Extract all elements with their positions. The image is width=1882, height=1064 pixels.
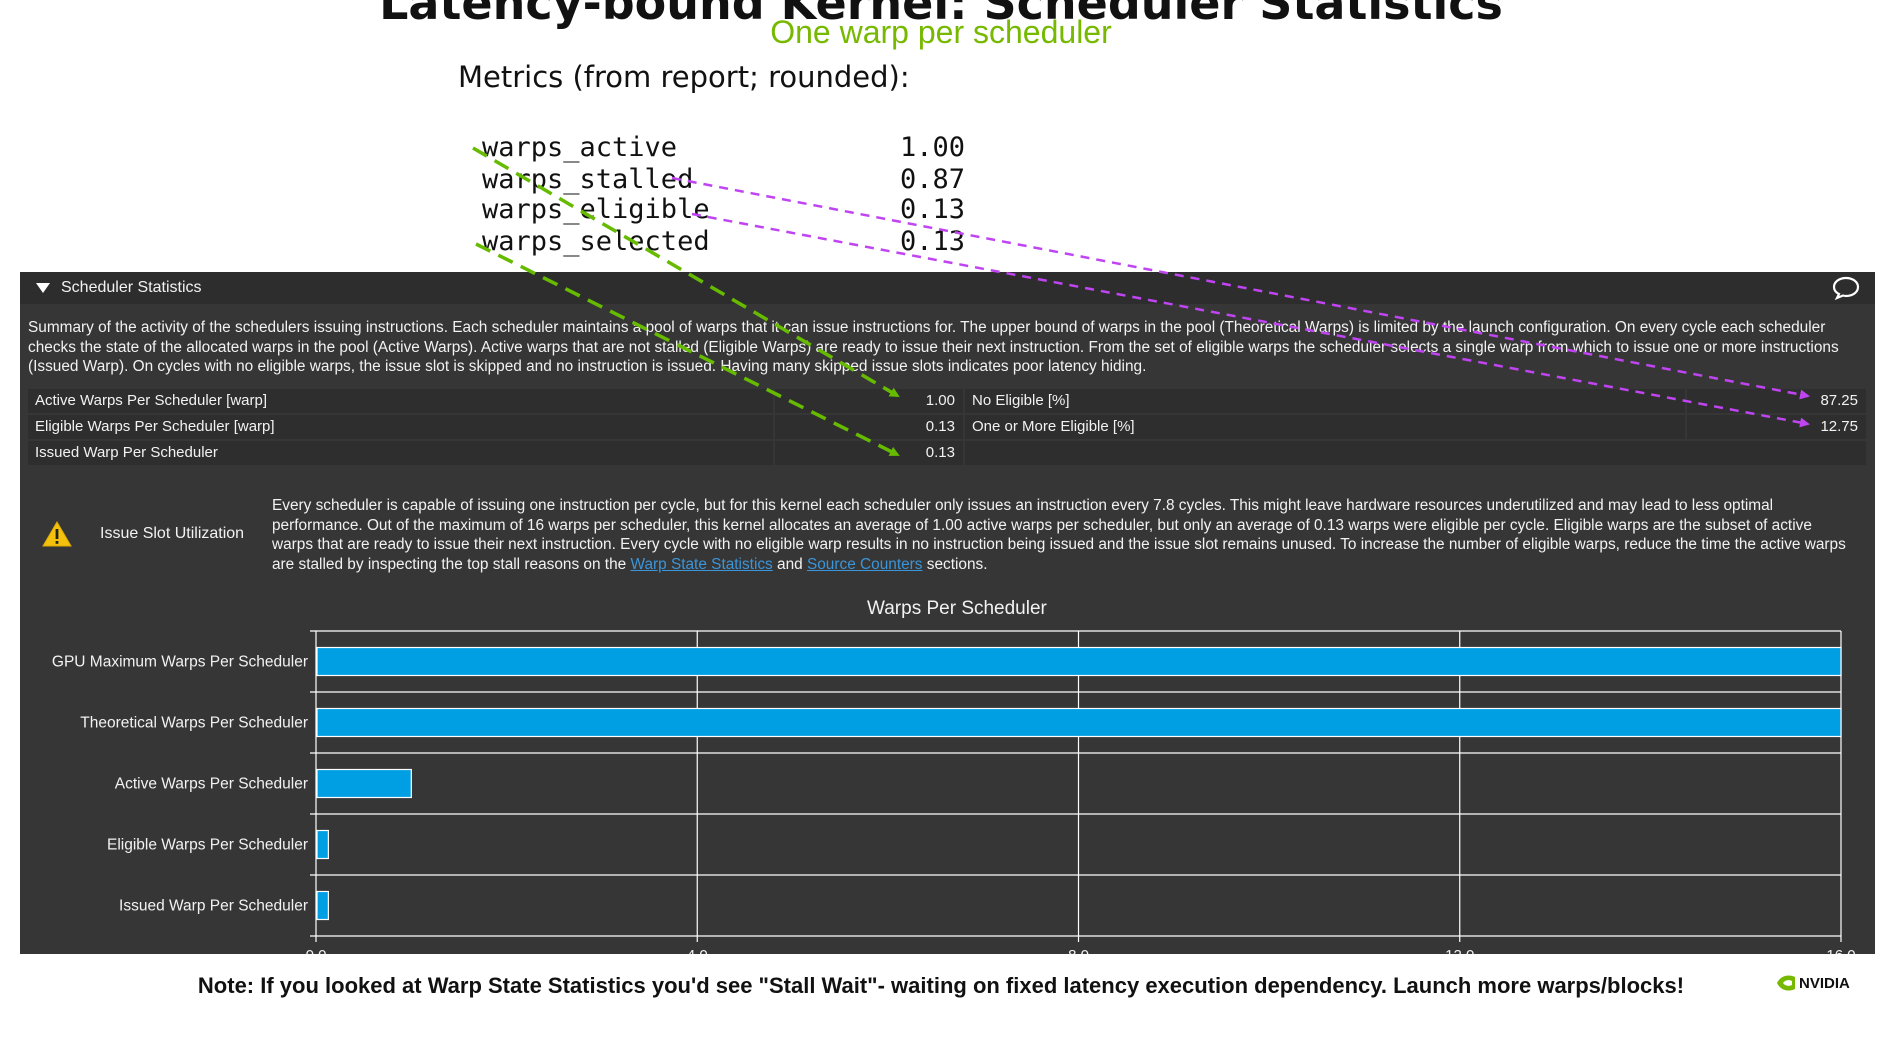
category-label: Theoretical Warps Per Scheduler (80, 715, 308, 732)
metric-value-warps-selected: 0.13 (900, 226, 966, 257)
nvidia-logo: NVIDIA (1777, 975, 1850, 992)
bar[interactable] (316, 768, 412, 799)
warps-per-scheduler-chart: 0.0 4.0 8.0 12.0 16.0 GPU Maximum Warps Per S… (52, 630, 1856, 954)
metric-name-warps-selected: warps_selected (482, 226, 710, 257)
category-label: Active Warps Per Scheduler (115, 776, 308, 793)
x-tick-label: 16.0 (1826, 947, 1855, 954)
metrics-heading: Metrics (from report; rounded): (458, 60, 910, 94)
metric-value-warps-active: 1.00 (900, 132, 966, 163)
bar[interactable] (316, 646, 1842, 677)
bar[interactable] (316, 890, 329, 921)
slide-subtitle: One warp per scheduler (770, 14, 1112, 50)
metric-value-warps-eligible: 0.13 (900, 194, 966, 225)
x-tick-label: 4.0 (687, 947, 708, 954)
scheduler-statistics-panel: Scheduler Statistics Summary of the acti… (20, 272, 1875, 954)
slide-note: Note: If you looked at Warp State Statis… (197, 973, 1685, 998)
metric-value-warps-stalled: 0.87 (900, 164, 966, 195)
x-tick-label: 0.0 (306, 947, 327, 954)
category-label: Eligible Warps Per Scheduler (107, 837, 308, 854)
category-label: GPU Maximum Warps Per Scheduler (52, 654, 308, 671)
x-tick-label: 8.0 (1068, 947, 1089, 954)
category-label: Issued Warp Per Scheduler (119, 898, 308, 915)
bar[interactable] (316, 829, 329, 860)
bar[interactable] (316, 707, 1842, 738)
metric-name-warps-eligible: warps_eligible (482, 194, 710, 225)
x-tick-label: 12.0 (1445, 947, 1474, 954)
metric-name-warps-active: warps_active (482, 132, 678, 163)
nvidia-logo-text: NVIDIA (1799, 975, 1850, 992)
metric-name-warps-stalled: warps_stalled (482, 164, 694, 195)
